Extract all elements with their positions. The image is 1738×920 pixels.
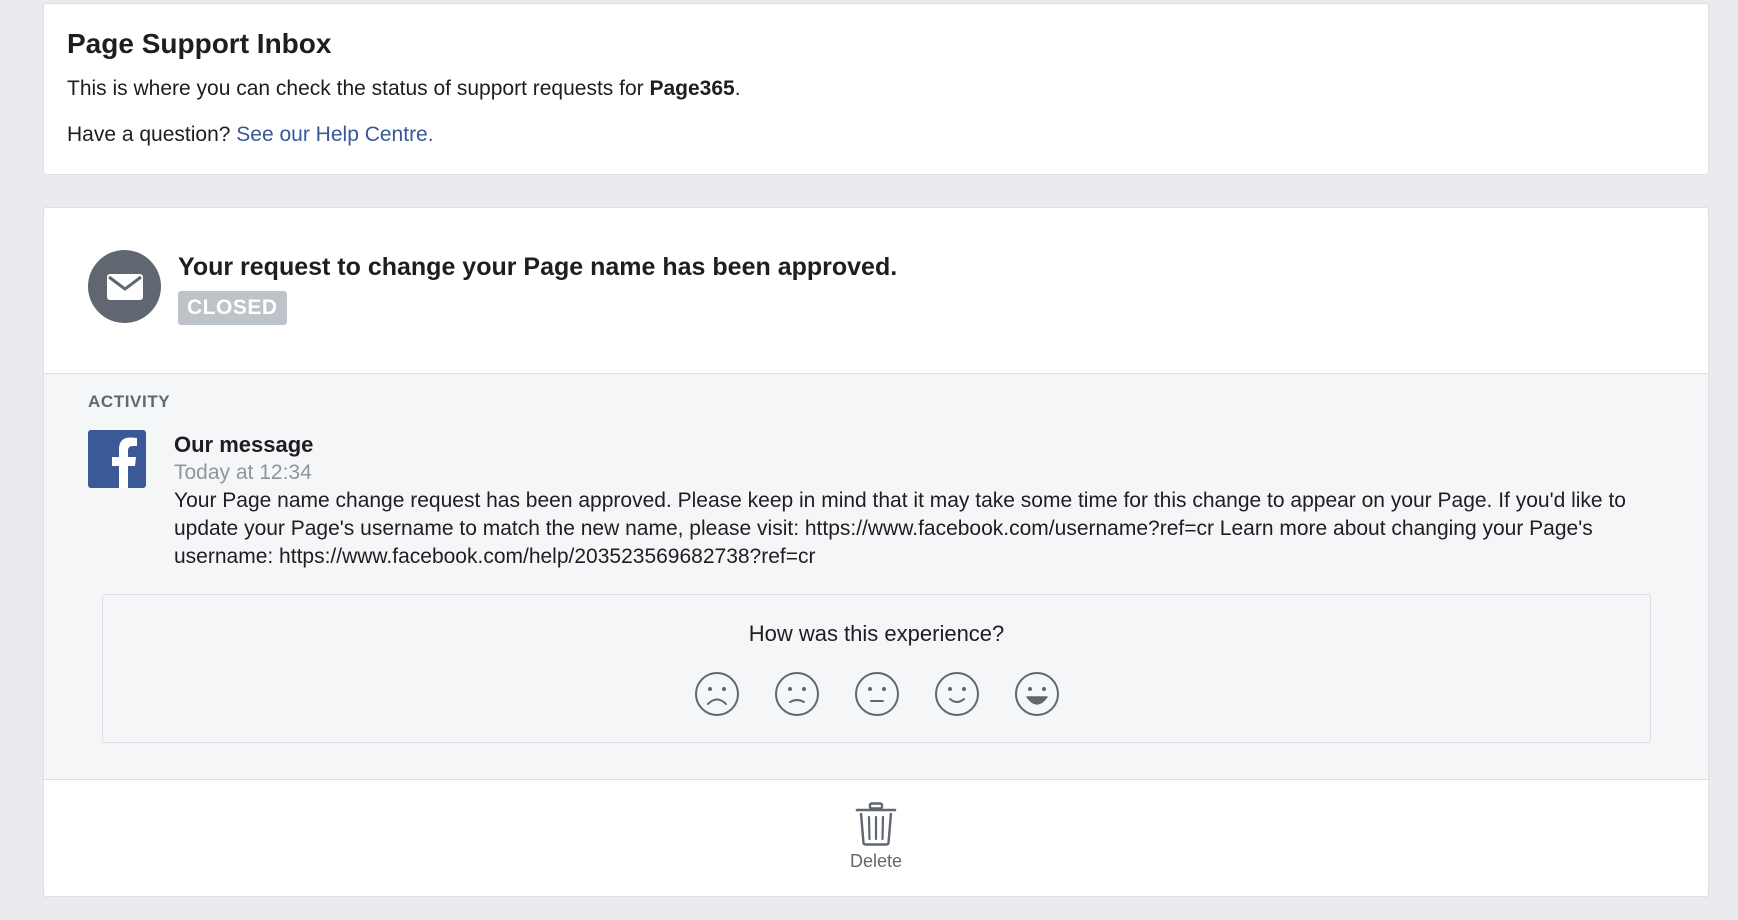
question-text: Have a question? See our Help Centre. <box>67 122 1708 148</box>
feedback-options <box>103 671 1650 717</box>
sad-face-icon[interactable] <box>774 671 820 717</box>
request-card: Your request to change your Page name ha… <box>43 207 1709 897</box>
help-centre-link[interactable]: See our Help Centre. <box>236 123 433 146</box>
facebook-logo-icon <box>88 430 146 488</box>
page-name: Page365 <box>649 77 735 100</box>
activity-message: Our message Today at 12:34 Your Page nam… <box>174 431 1694 571</box>
neutral-face-icon[interactable] <box>854 671 900 717</box>
intro-suffix: . <box>734 77 741 100</box>
request-header: Your request to change your Page name ha… <box>44 208 1708 374</box>
activity-label: ACTIVITY <box>88 392 171 411</box>
header-card: Page Support Inbox This is where you can… <box>43 3 1709 175</box>
message-timestamp: Today at 12:34 <box>174 461 312 484</box>
very-sad-face-icon[interactable] <box>694 671 740 717</box>
delete-label: Delete <box>849 851 903 871</box>
status-badge: CLOSED <box>178 291 287 325</box>
trash-icon <box>855 802 897 846</box>
delete-button[interactable]: Delete <box>850 802 902 872</box>
smile-face-icon[interactable] <box>934 671 980 717</box>
footer-actions: Delete <box>44 780 1708 896</box>
feedback-question: How was this experience? <box>748 621 1005 646</box>
intro-text: This is where you can check the status o… <box>67 76 1708 102</box>
activity-section: ACTIVITY Our message Today at 12:34 Your… <box>44 374 1708 780</box>
question-prefix: Have a question? <box>67 123 237 146</box>
big-smile-face-icon[interactable] <box>1014 671 1060 717</box>
envelope-icon <box>88 250 161 323</box>
message-title: Our message <box>174 432 314 457</box>
page-title: Page Support Inbox <box>67 28 332 59</box>
message-body: Your Page name change request has been a… <box>174 489 1626 568</box>
intro-prefix: This is where you can check the status o… <box>67 77 650 100</box>
feedback-box: How was this experience? <box>102 594 1651 743</box>
request-title: Your request to change your Page name ha… <box>178 253 898 281</box>
